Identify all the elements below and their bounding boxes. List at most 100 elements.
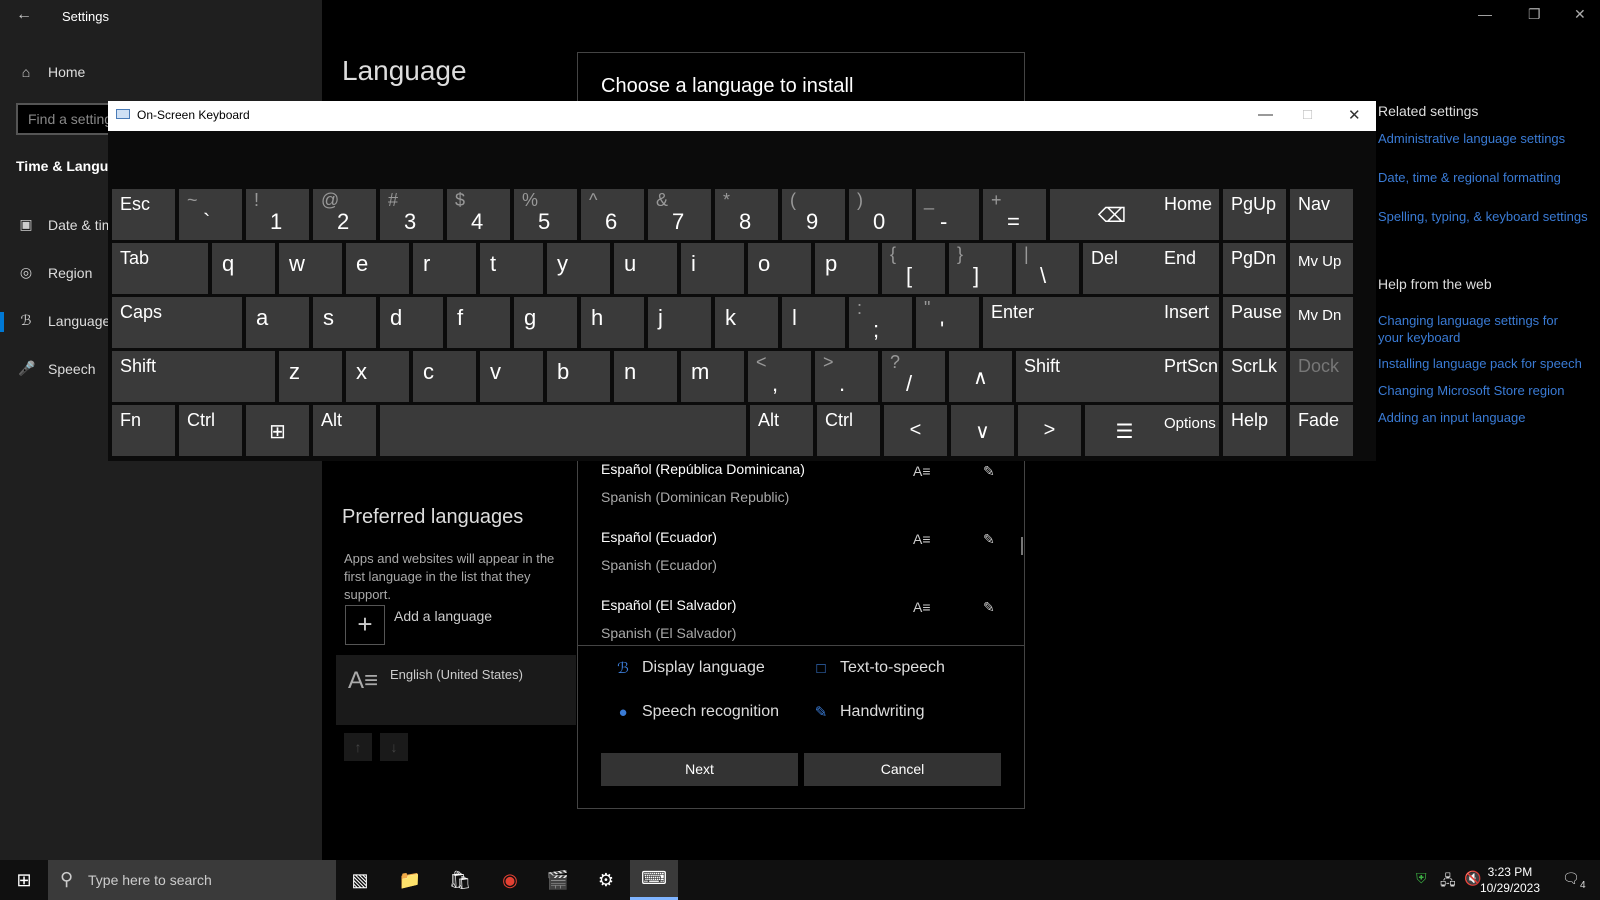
key-n[interactable]: n xyxy=(614,351,677,402)
key-mvup[interactable]: Mv Up xyxy=(1290,243,1353,294)
key-k[interactable]: k xyxy=(715,297,778,348)
web-link[interactable]: Adding an input language xyxy=(1378,410,1525,425)
taskbar-search-input[interactable]: ⚲ Type here to search xyxy=(48,860,336,900)
key-`[interactable]: ~ ` xyxy=(179,189,242,240)
key-m[interactable]: m xyxy=(681,351,744,402)
key-mvdn[interactable]: Mv Dn xyxy=(1290,297,1353,348)
file-explorer-icon[interactable]: 📁 xyxy=(386,860,434,900)
close-icon[interactable]: ✕ xyxy=(1348,106,1361,124)
key-sym[interactable]: ? / xyxy=(882,351,945,402)
key-c[interactable]: c xyxy=(413,351,476,402)
nav-home[interactable]: ⌂ Home xyxy=(18,64,86,80)
nav-item-region[interactable]: ◎ Region xyxy=(18,264,92,281)
key-enter[interactable]: Enter xyxy=(983,297,1163,348)
web-link[interactable]: Changing language settings for your keyb… xyxy=(1378,312,1578,346)
key-r[interactable]: r xyxy=(413,243,476,294)
key-e[interactable]: e xyxy=(346,243,409,294)
key-windows[interactable]: ⊞ xyxy=(246,405,309,456)
key-caps[interactable]: Caps xyxy=(112,297,242,348)
clock[interactable]: 3:23 PM 10/29/2023 xyxy=(1480,864,1540,896)
network-icon[interactable]: 🖧 xyxy=(1440,870,1456,894)
related-link[interactable]: Date, time & regional formatting xyxy=(1378,170,1561,185)
key-sym[interactable]: >. xyxy=(815,351,878,402)
settings-gear-icon[interactable]: ⚙ xyxy=(582,860,630,900)
key-s[interactable]: s xyxy=(313,297,376,348)
next-button[interactable]: Next xyxy=(601,753,798,786)
key-home[interactable]: Home xyxy=(1156,189,1219,240)
key-end[interactable]: End xyxy=(1156,243,1219,294)
key-pause[interactable]: Pause xyxy=(1223,297,1286,348)
language-list-item[interactable]: A≡ English (United States) xyxy=(336,655,576,725)
key-sym[interactable]: <, xyxy=(748,351,811,402)
key-8[interactable]: * 8 xyxy=(715,189,778,240)
move-up-button[interactable]: ↑ xyxy=(344,733,372,761)
key-arrow-right[interactable]: > xyxy=(1018,405,1081,456)
related-link[interactable]: Spelling, typing, & keyboard settings xyxy=(1378,209,1588,224)
key-][interactable]: }] xyxy=(949,243,1012,294)
add-language-label[interactable]: Add a language xyxy=(394,608,492,624)
key-fade[interactable]: Fade xyxy=(1290,405,1353,456)
key-help[interactable]: Help xyxy=(1223,405,1286,456)
key-f[interactable]: f xyxy=(447,297,510,348)
key-w[interactable]: w xyxy=(279,243,342,294)
key-insert[interactable]: Insert xyxy=(1156,297,1219,348)
language-option[interactable]: Español (República Dominicana) Spanish (… xyxy=(601,461,1001,527)
related-link[interactable]: Administrative language settings xyxy=(1378,131,1565,146)
web-link[interactable]: Installing language pack for speech xyxy=(1378,356,1582,371)
key-6[interactable]: ^ 6 xyxy=(581,189,644,240)
key-nav[interactable]: Nav xyxy=(1290,189,1353,240)
key-pgdn[interactable]: PgDn xyxy=(1223,243,1286,294)
key--[interactable]: _ - xyxy=(916,189,979,240)
key-1[interactable]: ! 1 xyxy=(246,189,309,240)
key-ctrl-right[interactable]: Ctrl xyxy=(817,405,880,456)
key-arrow-up[interactable]: ∧ xyxy=(949,351,1012,402)
key-\[interactable]: | \ xyxy=(1016,243,1079,294)
key-b[interactable]: b xyxy=(547,351,610,402)
minimize-icon[interactable]: — xyxy=(1258,106,1273,123)
key-t[interactable]: t xyxy=(480,243,543,294)
key-5[interactable]: % 5 xyxy=(514,189,577,240)
key-y[interactable]: y xyxy=(547,243,610,294)
key-u[interactable]: u xyxy=(614,243,677,294)
cancel-button[interactable]: Cancel xyxy=(804,753,1001,786)
language-option[interactable]: Español (Ecuador) Spanish (Ecuador) A≡ ✎ xyxy=(601,529,1001,595)
key-prtscn[interactable]: PrtScn xyxy=(1156,351,1219,402)
key-alt-right[interactable]: Alt xyxy=(750,405,813,456)
key-shift-right[interactable]: Shift xyxy=(1016,351,1163,402)
key-o[interactable]: o xyxy=(748,243,811,294)
nav-item-language[interactable]: ℬ Language xyxy=(0,312,110,332)
key-esc[interactable]: Esc xyxy=(112,189,175,240)
key-[[interactable]: {[ xyxy=(882,243,945,294)
security-icon[interactable]: ⛨ xyxy=(1416,870,1427,887)
close-icon[interactable]: ✕ xyxy=(1574,6,1586,23)
key-shift-left[interactable]: Shift xyxy=(112,351,275,402)
key-g[interactable]: g xyxy=(514,297,577,348)
key-del[interactable]: Del xyxy=(1083,243,1164,294)
key-q[interactable]: q xyxy=(212,243,275,294)
video-editor-icon[interactable]: 🎬 xyxy=(534,860,582,900)
key-a[interactable]: a xyxy=(246,297,309,348)
key-x[interactable]: x xyxy=(346,351,409,402)
key-arrow-down[interactable]: ∨ xyxy=(951,405,1014,456)
windows-start-icon[interactable]: ⊞ xyxy=(0,860,48,900)
key-menu[interactable]: ☰ xyxy=(1085,405,1164,456)
store-icon[interactable]: 🛍 xyxy=(436,860,484,900)
task-view-icon[interactable]: ▧ xyxy=(336,860,384,900)
notifications-icon[interactable]: 🗨 xyxy=(1562,870,1580,887)
key-i[interactable]: i xyxy=(681,243,744,294)
nav-item-speech[interactable]: 🎤 Speech xyxy=(18,360,95,377)
web-link[interactable]: Changing Microsoft Store region xyxy=(1378,383,1564,398)
key-alt-left[interactable]: Alt xyxy=(313,405,376,456)
volume-muted-icon[interactable]: 🔇 xyxy=(1464,870,1481,887)
move-down-button[interactable]: ↓ xyxy=(380,733,408,761)
key-v[interactable]: v xyxy=(480,351,543,402)
key-0[interactable]: ) 0 xyxy=(849,189,912,240)
key-7[interactable]: & 7 xyxy=(648,189,711,240)
key-4[interactable]: $4 xyxy=(447,189,510,240)
chrome-icon[interactable]: ◉ xyxy=(486,860,534,900)
key-2[interactable]: @2 xyxy=(313,189,376,240)
key-sym[interactable]: " ' xyxy=(916,297,979,348)
osk-taskbar-icon[interactable]: ⌨ xyxy=(630,860,678,900)
back-arrow-icon[interactable]: ← xyxy=(16,6,32,24)
key-sym[interactable]: :; xyxy=(849,297,912,348)
